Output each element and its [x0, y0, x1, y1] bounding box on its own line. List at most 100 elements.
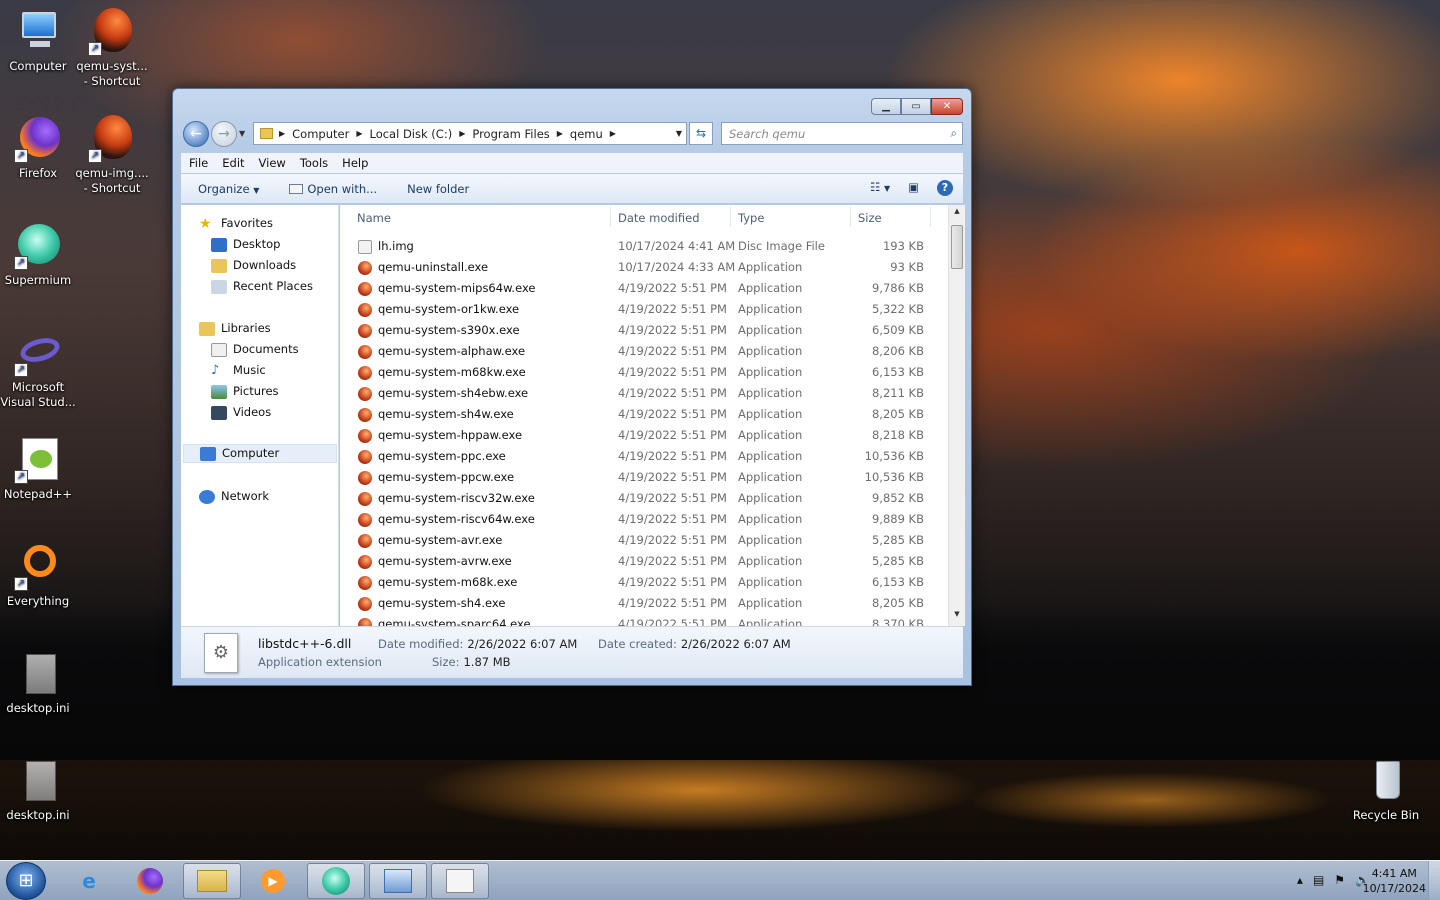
desktop-icon-qemu-system-shortcut[interactable]: ↗ qemu-syst... - Shortcut [74, 8, 150, 89]
column-header-type[interactable]: Type [738, 211, 764, 225]
table-row[interactable]: qemu-system-riscv32w.exe 4/19/2022 5:51 P… [340, 488, 948, 509]
desktop-icon-supermium[interactable]: ↗ Supermium [0, 222, 76, 288]
file-date: 4/19/2022 5:51 PM [618, 470, 727, 484]
column-divider[interactable] [850, 207, 851, 227]
table-row[interactable]: qemu-system-or1kw.exe 4/19/2022 5:51 PM Ap… [340, 299, 948, 320]
nav-music[interactable]: ♪ Music [211, 361, 266, 380]
table-row[interactable]: qemu-uninstall.exe 10/17/2024 4:33 AM Appl… [340, 257, 948, 278]
desktop-icon-qemu-img-shortcut[interactable]: ↗ qemu-img.... - Shortcut [74, 115, 150, 196]
clock[interactable]: 4:41 AM 10/17/2024 [1363, 866, 1426, 896]
menu-tools[interactable]: Tools [300, 156, 328, 170]
recent-pages-dropdown[interactable]: ▼ [239, 129, 245, 138]
action-center-icon[interactable]: ▤ [1313, 873, 1324, 887]
table-row[interactable]: qemu-system-avr.exe 4/19/2022 5:51 PM Appl… [340, 530, 948, 551]
menu-file[interactable]: File [189, 156, 208, 170]
show-desktop-button[interactable] [1428, 861, 1440, 900]
start-button[interactable]: ⊞ [6, 862, 46, 900]
desktop-icon-notepadpp[interactable]: ↗ Notepad++ [0, 436, 76, 502]
table-row[interactable]: qemu-system-m68k.exe 4/19/2022 5:51 PM App… [340, 572, 948, 593]
taskbar-internet-explorer[interactable]: e [60, 863, 118, 899]
breadcrumb-separator[interactable]: ▶ [608, 129, 618, 138]
table-row[interactable]: qemu-system-sh4ebw.exe 4/19/2022 5:51 PM A… [340, 383, 948, 404]
table-row[interactable]: qemu-system-ppcw.exe 4/19/2022 5:51 PM App… [340, 467, 948, 488]
preview-pane-button[interactable]: ▣ [908, 180, 919, 196]
minimize-button[interactable]: ▁ [871, 98, 901, 115]
breadcrumb-program-files[interactable]: Program Files [467, 127, 554, 141]
taskbar-media-player[interactable]: ▶ [244, 863, 302, 899]
refresh-button[interactable]: ⇆ [689, 122, 713, 145]
table-row[interactable]: qemu-system-avrw.exe 4/19/2022 5:51 PM App… [340, 551, 948, 572]
column-header-name[interactable]: Name [357, 211, 391, 225]
nav-documents[interactable]: Documents [211, 340, 299, 359]
address-dropdown-icon[interactable]: ▼ [676, 129, 682, 138]
desktop-icon-desktop-ini-1[interactable]: desktop.ini [0, 650, 76, 716]
column-header-size[interactable]: Size [858, 211, 882, 225]
table-row[interactable]: qemu-system-s390x.exe 4/19/2022 5:51 PM Ap… [340, 320, 948, 341]
nav-desktop[interactable]: Desktop [211, 235, 280, 254]
table-row[interactable]: qemu-system-m68kw.exe 4/19/2022 5:51 PM Ap… [340, 362, 948, 383]
nav-favorites[interactable]: ★ Favorites [199, 214, 273, 233]
taskbar-window[interactable] [431, 863, 489, 899]
nav-libraries[interactable]: Libraries [199, 319, 271, 338]
table-row[interactable]: qemu-system-sparc64.exe 4/19/2022 5:51 PM… [340, 614, 948, 626]
forward-button[interactable]: → [211, 121, 237, 147]
file-name: qemu-system-riscv32w.exe [378, 491, 535, 505]
help-icon[interactable]: ? [937, 180, 953, 196]
taskbar-explorer[interactable] [183, 863, 241, 899]
new-folder-button[interactable]: New folder [407, 182, 469, 196]
table-row[interactable]: qemu-system-alphaw.exe 4/19/2022 5:51 PM A… [340, 341, 948, 362]
taskbar-firefox[interactable] [121, 863, 179, 899]
organize-button[interactable]: Organize ▼ [198, 182, 259, 196]
desktop-icon-visual-studio[interactable]: ↗ Microsoft Visual Stud... [0, 329, 76, 410]
address-bar[interactable]: ▶ Computer ▶ Local Disk (C:) ▶ Program F… [253, 122, 687, 145]
table-row[interactable]: lh.img 10/17/2024 4:41 AM Disc Image File 1… [340, 236, 948, 257]
desktop-icon-firefox[interactable]: ↗ Firefox [0, 115, 76, 181]
breadcrumb-qemu[interactable]: qemu [565, 127, 608, 141]
table-row[interactable]: qemu-system-hppaw.exe 4/19/2022 5:51 PM Ap… [340, 425, 948, 446]
table-row[interactable]: qemu-system-ppc.exe 4/19/2022 5:51 PM Appl… [340, 446, 948, 467]
close-button[interactable]: ✕ [931, 98, 963, 115]
column-divider[interactable] [730, 207, 731, 227]
column-divider[interactable] [930, 207, 931, 227]
scroll-thumb[interactable] [951, 225, 963, 269]
breadcrumb-separator[interactable]: ▶ [457, 129, 467, 138]
file-size: 93 KB [890, 260, 924, 274]
desktop-icon-computer[interactable]: Computer [0, 8, 76, 74]
maximize-button[interactable]: ▭ [901, 98, 931, 115]
nav-downloads[interactable]: Downloads [211, 256, 296, 275]
nav-videos[interactable]: Videos [211, 403, 271, 422]
breadcrumb-local-disk[interactable]: Local Disk (C:) [364, 127, 457, 141]
change-view-button[interactable]: ☷ ▼ [870, 180, 890, 196]
search-input[interactable]: Search qemu ⌕ [721, 122, 963, 145]
desktop-icon-everything[interactable]: ↗ Everything [0, 543, 76, 609]
back-button[interactable]: ← [183, 121, 209, 147]
table-row[interactable]: qemu-system-sh4.exe 4/19/2022 5:51 PM Appl… [340, 593, 948, 614]
desktop-icon-recycle-bin[interactable]: Recycle Bin [1348, 757, 1424, 823]
nav-pictures[interactable]: Pictures [211, 382, 279, 401]
breadcrumb-separator[interactable]: ▶ [555, 129, 565, 138]
column-header-date[interactable]: Date modified [618, 211, 700, 225]
column-divider[interactable] [610, 207, 611, 227]
taskbar-control-panel[interactable] [369, 863, 427, 899]
table-row[interactable]: qemu-system-mips64w.exe 4/19/2022 5:51 PM… [340, 278, 948, 299]
nav-network[interactable]: Network [199, 487, 269, 506]
desktop-icon-desktop-ini-2[interactable]: desktop.ini [0, 757, 76, 823]
table-row[interactable]: qemu-system-riscv64w.exe 4/19/2022 5:51 P… [340, 509, 948, 530]
file-size: 5,285 KB [871, 533, 924, 547]
flag-icon[interactable]: ⚑ [1334, 873, 1345, 887]
scroll-down-icon[interactable]: ▼ [949, 610, 965, 624]
vertical-scrollbar[interactable]: ▲ ▼ [948, 205, 965, 626]
taskbar-supermium[interactable] [307, 863, 365, 899]
qemu-app-icon [358, 324, 372, 338]
nav-computer[interactable]: Computer [183, 444, 337, 463]
table-row[interactable]: qemu-system-sh4w.exe 4/19/2022 5:51 PM App… [340, 404, 948, 425]
breadcrumb-computer[interactable]: Computer [287, 127, 354, 141]
breadcrumb-separator[interactable]: ▶ [354, 129, 364, 138]
scroll-up-icon[interactable]: ▲ [949, 207, 965, 221]
menu-edit[interactable]: Edit [222, 156, 244, 170]
menu-view[interactable]: View [259, 156, 286, 170]
open-with-button[interactable]: Open with... [289, 182, 377, 196]
menu-help[interactable]: Help [342, 156, 368, 170]
show-hidden-icons-icon[interactable]: ▴ [1297, 873, 1303, 887]
nav-recent-places[interactable]: Recent Places [211, 277, 313, 296]
